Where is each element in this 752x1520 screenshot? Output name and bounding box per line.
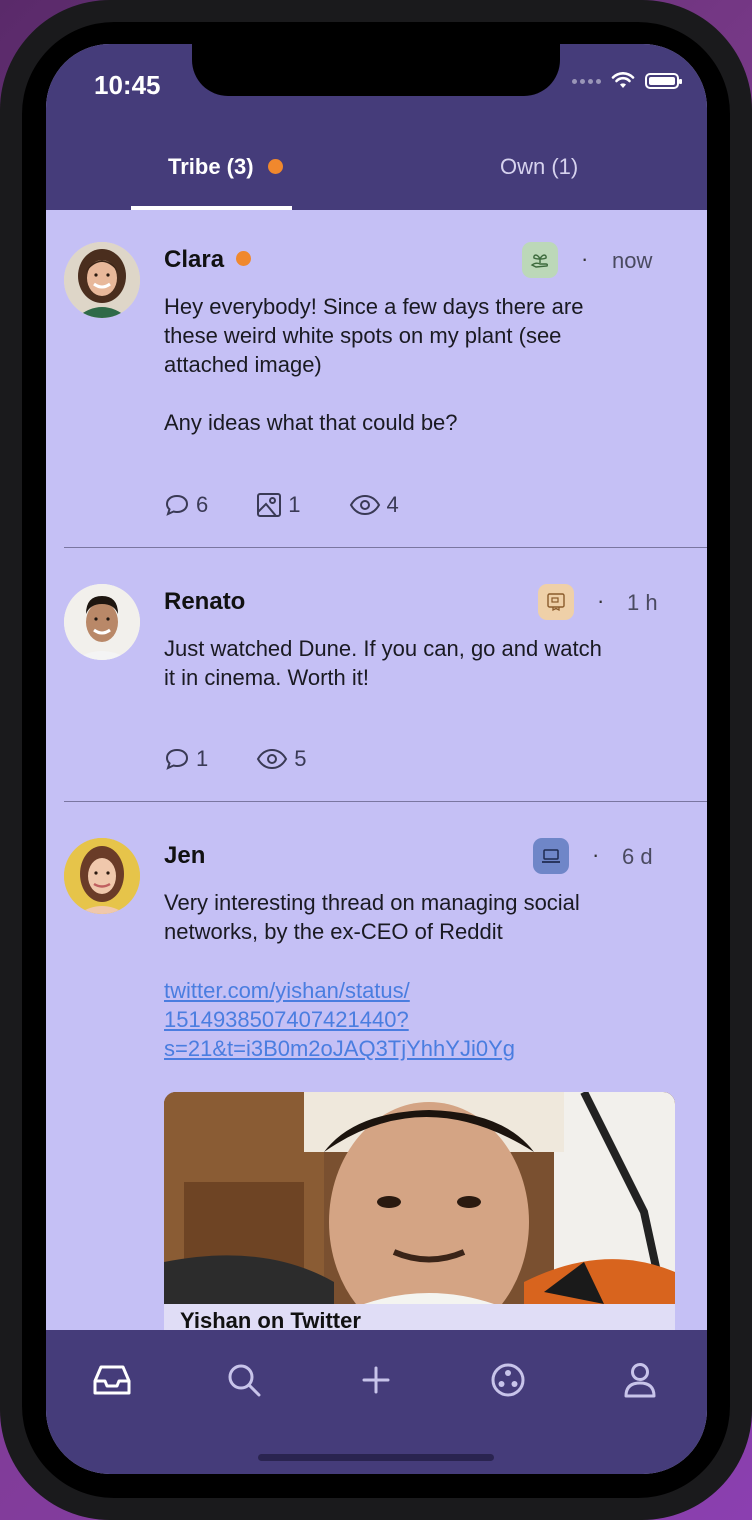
comment-icon [165, 748, 189, 770]
battery-icon [645, 73, 682, 89]
post-body[interactable]: Just watched Dune. If you can, go and wa… [164, 634, 684, 692]
post-body[interactable]: Very interesting thread on managing soci… [164, 888, 684, 946]
tab-own[interactable]: Own (1) [500, 154, 578, 180]
comment-count-value: 6 [196, 492, 209, 517]
avatar[interactable] [64, 838, 140, 914]
link-preview-image [164, 1092, 675, 1304]
online-status-dot [236, 251, 252, 267]
post-text-line: Just watched Dune. If you can, go and wa… [164, 636, 602, 661]
nav-tribes[interactable] [486, 1358, 530, 1402]
separator-dot: · [592, 842, 600, 867]
status-time: 10:45 [94, 70, 161, 100]
view-count: 4 [349, 492, 399, 518]
separator-dot: · [581, 246, 589, 271]
view-count: 5 [256, 746, 307, 772]
separator-dot: · [597, 588, 605, 613]
author-name: Renato [164, 588, 246, 615]
post-link[interactable]: twitter.com/yishan/status/ 1514938507407… [164, 976, 684, 1063]
cellular-signal-icon [572, 78, 601, 84]
author-name: Jen [164, 842, 206, 869]
comment-count[interactable]: 1 [164, 746, 208, 772]
post-link-line: twitter.com/yishan/status/ [164, 978, 410, 1003]
link-preview-title: Yishan on Twitter [180, 1308, 361, 1330]
plant-hand-icon [530, 254, 549, 268]
laptop-icon [542, 849, 560, 863]
post-time: 1 h [627, 590, 658, 615]
home-indicator[interactable] [258, 1454, 494, 1461]
post-item[interactable]: Clara · now Hey everybody! Since a few d… [46, 210, 707, 548]
wifi-icon [611, 72, 635, 88]
post-author[interactable]: Renato [164, 588, 245, 616]
comment-count[interactable]: 6 [164, 492, 208, 518]
post-text-line: Any ideas what that could be? [164, 410, 458, 435]
search-icon [228, 1364, 261, 1397]
nav-create[interactable] [354, 1358, 398, 1402]
post-link-line: 1514938507407421440? [164, 1007, 409, 1032]
post-text-line: attached image) [164, 352, 322, 377]
app-header: 10:45 Tribe (3) Own (1) [46, 44, 707, 210]
bottom-nav [46, 1330, 707, 1474]
post-link-line: s=21&t=i3B0m2oJAQ3TjYhhYJi0Yg [164, 1036, 515, 1061]
post-text-line [164, 379, 684, 408]
post-feed[interactable]: Clara · now Hey everybody! Since a few d… [46, 210, 707, 1330]
image-count-value: 1 [288, 492, 301, 517]
post-time: 6 d [622, 844, 653, 869]
image-count[interactable]: 1 [256, 492, 301, 518]
post-author[interactable]: Jen [164, 842, 205, 870]
nav-search[interactable] [222, 1358, 266, 1402]
post-body[interactable]: Hey everybody! Since a few days there ar… [164, 292, 684, 437]
movie-ticket-icon [547, 593, 565, 612]
device-notch [192, 44, 560, 96]
tab-notification-dot [267, 158, 283, 174]
image-icon [257, 493, 282, 517]
post-text-line: Very interesting thread on managing soci… [164, 890, 580, 915]
app-screen: 10:45 Tribe (3) Own (1) Clara · now Hey … [46, 44, 707, 1474]
author-name: Clara [164, 246, 225, 273]
post-time: now [612, 248, 653, 273]
avatar[interactable] [64, 584, 140, 660]
tribe-tag-badge[interactable] [538, 584, 574, 620]
view-count-value: 4 [386, 492, 399, 517]
tab-tribe[interactable]: Tribe (3) [168, 154, 283, 180]
post-item[interactable]: Jen · 6 d Very interesting thread on man… [46, 802, 707, 1330]
tribe-tag-badge[interactable] [533, 838, 569, 874]
post-stats: 6 1 4 [164, 492, 447, 518]
post-item[interactable]: Renato · 1 h Just watched Dune. If you c… [46, 548, 707, 802]
avatar[interactable] [64, 242, 140, 318]
eye-icon [349, 494, 380, 516]
post-text-line: these weird white spots on my plant (see [164, 323, 562, 348]
view-count-value: 5 [294, 746, 307, 771]
nav-inbox[interactable] [90, 1358, 134, 1402]
post-stats: 1 5 [164, 746, 355, 772]
tribes-icon [491, 1363, 525, 1397]
post-author[interactable]: Clara [164, 246, 252, 274]
status-icons [572, 72, 682, 90]
plus-icon [362, 1366, 390, 1394]
inbox-icon [93, 1365, 131, 1395]
eye-icon [257, 748, 288, 770]
comment-icon [165, 494, 189, 516]
nav-profile[interactable] [618, 1358, 662, 1402]
post-text-line: networks, by the ex-CEO of Reddit [164, 919, 503, 944]
profile-icon [624, 1363, 656, 1398]
post-text-line: Hey everybody! Since a few days there ar… [164, 294, 584, 319]
tab-tribe-label: Tribe (3) [168, 154, 254, 179]
tab-own-label: Own (1) [500, 154, 579, 179]
comment-count-value: 1 [196, 746, 209, 771]
link-preview-card[interactable]: Yishan on Twitter [164, 1092, 675, 1330]
tribe-tag-badge[interactable] [522, 242, 558, 278]
post-text-line: it in cinema. Worth it! [164, 665, 369, 690]
